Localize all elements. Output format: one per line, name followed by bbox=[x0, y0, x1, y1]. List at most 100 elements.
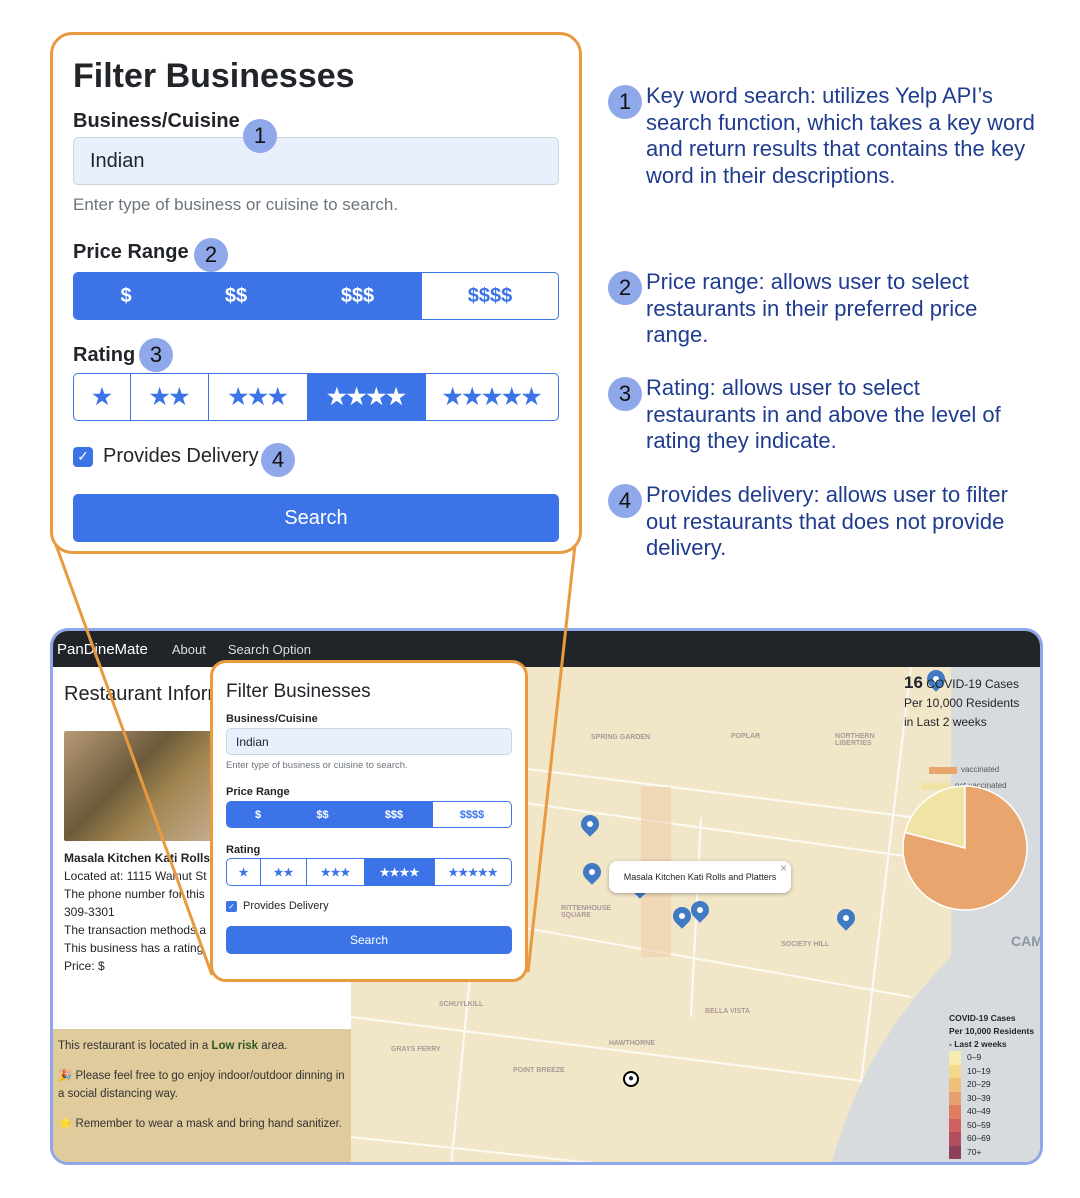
filter-panel: Filter Businesses Business/Cuisine India… bbox=[210, 660, 528, 982]
nav-about[interactable]: About bbox=[172, 642, 206, 657]
search-button[interactable]: Search bbox=[73, 494, 559, 542]
legend-swatch bbox=[949, 1051, 961, 1065]
tip-mask: ⭐ Remember to wear a mask and bring hand… bbox=[58, 1118, 343, 1130]
delivery-checkbox[interactable]: ✓ bbox=[226, 900, 237, 912]
legend-bin: 30–39 bbox=[949, 1091, 1034, 1105]
legend-swatch bbox=[929, 766, 957, 774]
business-label: Business/Cuisine bbox=[226, 713, 318, 725]
legend-swatch bbox=[949, 1064, 961, 1078]
legend-swatch bbox=[949, 1132, 961, 1146]
map-label: NORTHERN LIBERTIES bbox=[835, 733, 875, 747]
legend-bin: 50–59 bbox=[949, 1118, 1034, 1132]
map-label: CAM bbox=[1011, 933, 1040, 949]
rating-option-4[interactable]: ★★★★ bbox=[365, 859, 435, 885]
price-option-3[interactable]: $$$ bbox=[356, 802, 433, 827]
rating-option-5[interactable]: ★★★★★ bbox=[435, 859, 511, 885]
business-input[interactable]: Indian bbox=[73, 137, 559, 185]
legend-swatch bbox=[949, 1105, 961, 1119]
note-marker-1: 1 bbox=[608, 85, 642, 119]
price-label: Price Range bbox=[73, 241, 189, 263]
risk-text-end: area. bbox=[258, 1040, 288, 1052]
rating-option-3[interactable]: ★★★ bbox=[307, 859, 365, 885]
map-label: HAWTHORNE bbox=[609, 1040, 655, 1047]
note-price-range: 2 Price range: allows user to select rest… bbox=[608, 269, 1036, 349]
popup-close-button[interactable]: × bbox=[780, 861, 787, 875]
legend-swatch bbox=[949, 1118, 961, 1132]
legend-swatch bbox=[949, 1078, 961, 1092]
legend-title: - Last 2 weeks bbox=[949, 1039, 1007, 1049]
map-label: RITTENHOUSE SQUARE bbox=[561, 905, 612, 919]
risk-panel: This restaurant is located in a Low risk… bbox=[53, 1029, 351, 1162]
legend-swatch bbox=[949, 1145, 961, 1159]
risk-level: Low risk bbox=[211, 1040, 259, 1052]
legend-bin: 20–29 bbox=[949, 1078, 1034, 1092]
price-option-4[interactable]: $$$$ bbox=[433, 802, 511, 827]
note-text: Rating: allows user to select restaurant… bbox=[646, 375, 1001, 453]
cases-label: Per 10,000 Residents bbox=[904, 696, 1020, 710]
rating-option-1[interactable]: ★ bbox=[74, 374, 131, 420]
legend-bin: 10–19 bbox=[949, 1064, 1034, 1078]
price-option-3[interactable]: $$$ bbox=[294, 273, 422, 319]
note-marker-2: 2 bbox=[608, 271, 642, 305]
app-screenshot: PanDineMate About Search Option Restaura… bbox=[50, 628, 1043, 1165]
price-option-4[interactable]: $$$$ bbox=[422, 273, 558, 319]
price-label: Price Range bbox=[226, 786, 290, 798]
cases-label: in Last 2 weeks bbox=[904, 715, 987, 729]
rating-group: ★ ★★ ★★★ ★★★★ ★★★★★ bbox=[73, 373, 559, 421]
nav-search-option[interactable]: Search Option bbox=[228, 642, 311, 657]
business-label: Business/Cuisine bbox=[73, 110, 240, 132]
note-marker-4: 4 bbox=[608, 484, 642, 518]
legend-bin-label: 70+ bbox=[967, 1146, 982, 1157]
vaccination-pie-chart bbox=[902, 785, 1028, 911]
risk-text: This restaurant is located in a bbox=[58, 1040, 212, 1052]
map-label: POPLAR bbox=[731, 733, 761, 740]
map-label: SCHUYLKILL bbox=[439, 1001, 484, 1008]
note-keyword-search: 1 Key word search: utilizes Yelp API’s se… bbox=[608, 83, 1036, 189]
price-option-1[interactable]: $ bbox=[74, 273, 179, 319]
legend-bin-label: 20–29 bbox=[967, 1079, 991, 1089]
rating-option-1[interactable]: ★ bbox=[227, 859, 261, 885]
rating-option-5[interactable]: ★★★★★ bbox=[426, 374, 558, 420]
price-option-2[interactable]: $$ bbox=[290, 802, 356, 827]
map-label: SPRING GARDEN bbox=[591, 734, 651, 741]
business-help: Enter type of business or cuisine to sea… bbox=[73, 195, 399, 214]
cases-summary: 16 COVID-19 Cases Per 10,000 Residents i… bbox=[904, 673, 1019, 732]
note-text: Price range: allows user to select resta… bbox=[646, 269, 978, 347]
search-button[interactable]: Search bbox=[226, 926, 512, 954]
delivery-checkbox[interactable]: ✓ bbox=[73, 446, 93, 467]
rating-option-2[interactable]: ★★ bbox=[261, 859, 307, 885]
rating-option-3[interactable]: ★★★ bbox=[209, 374, 308, 420]
legend-bin: 0–9 bbox=[949, 1051, 1034, 1065]
legend-title: COVID-19 Cases bbox=[949, 1013, 1016, 1023]
note-delivery: 4 Provides delivery: allows user to filte… bbox=[608, 482, 1036, 562]
cases-label: COVID-19 Cases bbox=[926, 677, 1019, 691]
delivery-label: Provides Delivery bbox=[243, 900, 329, 912]
restaurant-photo bbox=[64, 731, 224, 841]
filter-panel-zoomed: Filter Businesses Business/Cuisine India… bbox=[50, 32, 582, 554]
note-text: Provides delivery: allows user to filter… bbox=[646, 482, 1008, 560]
map-label: SOCIETY HILL bbox=[781, 941, 830, 948]
business-input[interactable]: Indian bbox=[226, 728, 512, 755]
filter-title: Filter Businesses bbox=[226, 681, 371, 702]
legend-swatch bbox=[949, 1091, 961, 1105]
rating-option-4[interactable]: ★★★★ bbox=[308, 374, 426, 420]
price-option-1[interactable]: $ bbox=[227, 802, 290, 827]
price-range-group: $ $$ $$$ $$$$ bbox=[73, 272, 559, 320]
legend-title: Per 10,000 Residents bbox=[949, 1026, 1035, 1036]
marker-2: 2 bbox=[194, 238, 228, 272]
legend-bin-label: 50–59 bbox=[967, 1119, 991, 1130]
map-popup: Masala Kitchen Kati Rolls and Platters × bbox=[609, 861, 791, 893]
rating-label: Rating bbox=[226, 844, 261, 856]
rating-group: ★ ★★ ★★★ ★★★★ ★★★★★ bbox=[226, 858, 512, 886]
price-option-2[interactable]: $$ bbox=[179, 273, 294, 319]
rating-option-2[interactable]: ★★ bbox=[131, 374, 209, 420]
legend-label: vaccinated bbox=[961, 765, 1000, 774]
legend-bin: 70+ bbox=[949, 1145, 1034, 1159]
navbar: PanDineMate About Search Option bbox=[53, 631, 1040, 667]
filter-title: Filter Businesses bbox=[73, 57, 355, 95]
popup-text: Masala Kitchen Kati Rolls and Platters bbox=[623, 872, 777, 882]
brand[interactable]: PanDineMate bbox=[57, 641, 148, 658]
map-label: POINT BREEZE bbox=[513, 1067, 565, 1074]
legend-bin: 60–69 bbox=[949, 1132, 1034, 1146]
legend-bin-label: 0–9 bbox=[967, 1052, 982, 1062]
